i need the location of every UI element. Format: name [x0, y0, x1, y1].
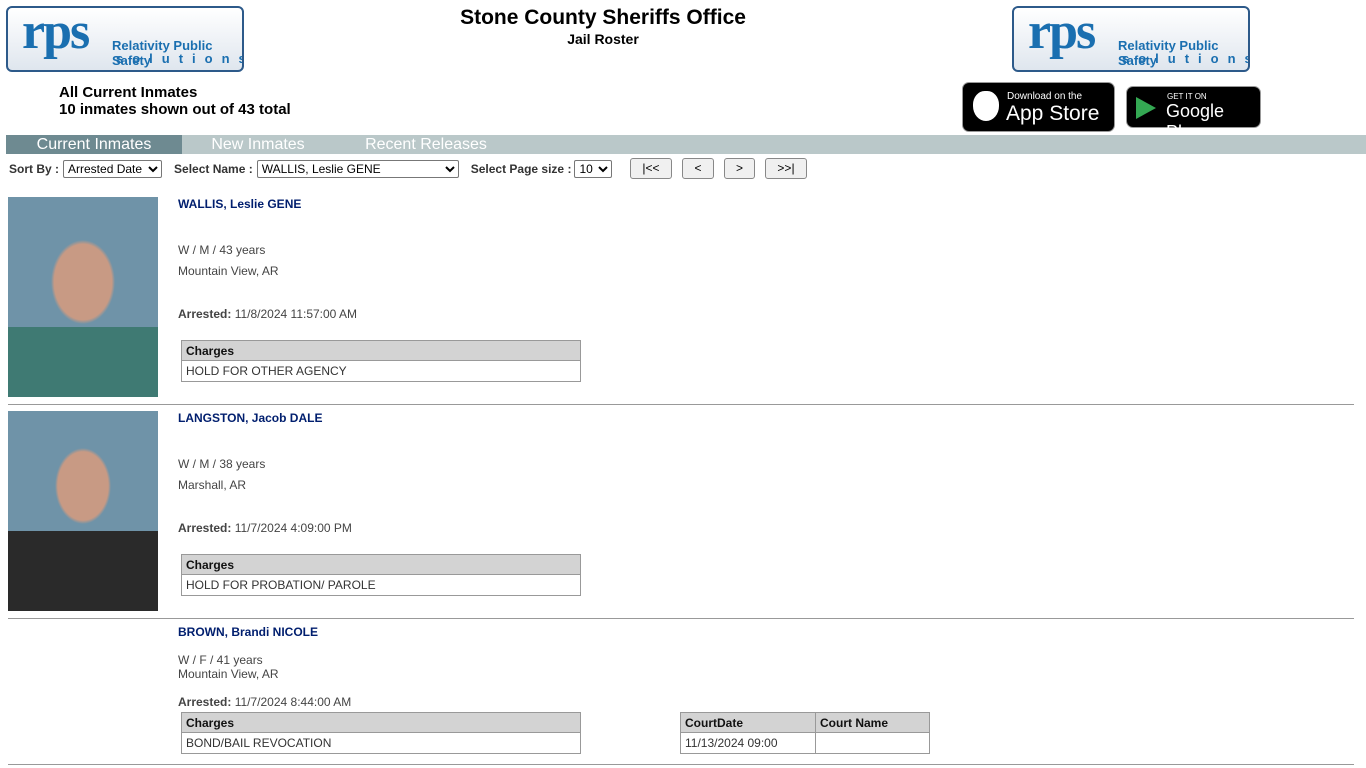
arrested-date: 11/8/2024 11:57:00 AM	[234, 307, 358, 321]
logo-line2: solutions	[1122, 51, 1250, 66]
inmate-photo[interactable]	[8, 197, 158, 397]
charges-header: Charges	[181, 340, 581, 361]
google-play-small: GET IT ON	[1167, 92, 1207, 101]
arrested-label: Arrested:	[178, 307, 232, 321]
tab-bar: Current Inmates New Inmates Recent Relea…	[6, 135, 1366, 154]
prev-page-button[interactable]: <	[682, 158, 714, 179]
tab-recent-releases[interactable]: Recent Releases	[346, 135, 506, 154]
inmate-city: Mountain View, AR	[178, 667, 279, 681]
app-store-large: App Store	[1006, 102, 1100, 125]
inmate-name[interactable]: LANGSTON, Jacob DALE	[178, 411, 322, 425]
play-icon	[1136, 97, 1156, 119]
court-table: CourtDate Court Name 11/13/2024 09:00	[680, 712, 930, 754]
next-page-button[interactable]: >	[724, 158, 755, 179]
inmate-demographics: W / M / 43 years	[178, 243, 266, 257]
charges-header: Charges	[181, 712, 581, 733]
arrested-date: 11/7/2024 8:44:00 AM	[234, 695, 352, 709]
charges-header: Charges	[181, 554, 581, 575]
court-name-cell	[815, 732, 930, 754]
charge-cell: HOLD FOR OTHER AGENCY	[181, 360, 581, 382]
inmate-record: LANGSTON, Jacob DALE W / M / 38 years Ma…	[8, 411, 1354, 619]
inmate-photo[interactable]	[8, 411, 158, 611]
summary-count: 10 inmates shown out of 43 total	[59, 101, 291, 118]
sort-select[interactable]: Arrested Date	[63, 160, 163, 178]
inmate-record: BROWN, Brandi NICOLE W / F / 41 years Mo…	[8, 625, 1354, 765]
inmate-demographics: W / F / 41 years	[178, 653, 263, 667]
court-name-header: Court Name	[815, 712, 930, 733]
name-select[interactable]: WALLIS, Leslie GENE	[256, 160, 459, 178]
inmate-city: Mountain View, AR	[178, 264, 279, 278]
tab-current-inmates[interactable]: Current Inmates	[6, 135, 182, 154]
arrested-label: Arrested:	[178, 521, 232, 535]
inmate-name[interactable]: BROWN, Brandi NICOLE	[178, 625, 318, 639]
logo-line2: solutions	[116, 51, 244, 66]
app-store-small: Download on the	[1007, 91, 1083, 102]
last-page-button[interactable]: >>|	[765, 158, 807, 179]
page-subtitle: Jail Roster	[567, 31, 639, 47]
arrested-date: 11/7/2024 4:09:00 PM	[234, 521, 352, 535]
charges-table: Charges HOLD FOR OTHER AGENCY	[181, 340, 581, 382]
arrested-label: Arrested:	[178, 695, 232, 709]
charge-cell: HOLD FOR PROBATION/ PAROLE	[181, 574, 581, 596]
summary-heading: All Current Inmates	[59, 84, 198, 101]
first-page-button[interactable]: |<<	[630, 158, 672, 179]
name-label: Select Name :	[174, 162, 253, 176]
court-date-header: CourtDate	[680, 712, 816, 733]
charges-table: Charges BOND/BAIL REVOCATION	[181, 712, 581, 754]
charges-table: Charges HOLD FOR PROBATION/ PAROLE	[181, 554, 581, 596]
inmate-demographics: W / M / 38 years	[178, 457, 266, 471]
inmate-city: Marshall, AR	[178, 478, 247, 492]
inmate-name[interactable]: WALLIS, Leslie GENE	[178, 197, 301, 211]
page-title: Stone County Sheriffs Office	[460, 6, 746, 29]
inmate-record: WALLIS, Leslie GENE W / M / 43 years Mou…	[8, 197, 1354, 405]
court-date-cell: 11/13/2024 09:00	[680, 732, 816, 754]
page-size-select[interactable]: 10	[574, 160, 613, 178]
controls-bar: Sort By : Arrested Date Select Name : WA…	[9, 159, 613, 179]
app-store-button[interactable]: Download on the App Store	[962, 82, 1115, 132]
sort-label: Sort By :	[9, 162, 60, 176]
charge-cell: BOND/BAIL REVOCATION	[181, 732, 581, 754]
tab-new-inmates[interactable]: New Inmates	[182, 135, 334, 154]
google-play-button[interactable]: GET IT ON Google Play	[1126, 86, 1261, 142]
roster-summary: All Current Inmates 10 inmates shown out…	[59, 84, 291, 118]
apple-icon	[973, 91, 999, 121]
page-size-label: Select Page size :	[470, 162, 572, 176]
